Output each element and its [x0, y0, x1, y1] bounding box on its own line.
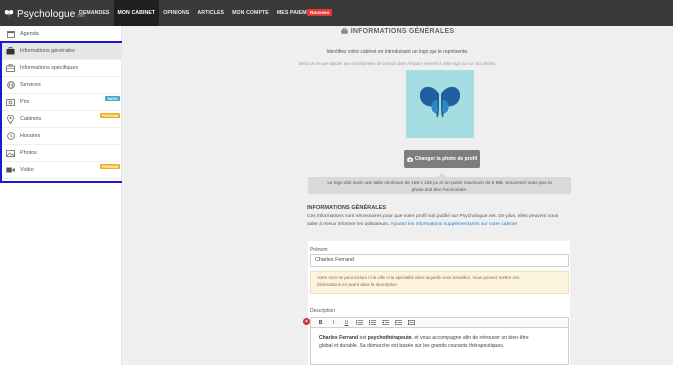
butterfly-logo-icon: [4, 9, 14, 18]
editor-toolbar: B I U: [310, 317, 569, 328]
main-nav: DEMANDES MON CABINET OPINIONS ARTICLES M…: [75, 0, 325, 26]
warning-line-2: informations en avant dans la descriptio…: [317, 281, 399, 287]
clear-format-icon: [408, 320, 415, 325]
description-label: Description: [310, 308, 336, 314]
indent-button[interactable]: [392, 318, 405, 327]
indent-more-icon: [395, 320, 402, 325]
nav-mon-compte[interactable]: MON COMPTE: [228, 0, 273, 26]
underline-button[interactable]: U: [340, 318, 353, 327]
change-photo-button[interactable]: Changer la photo de profil: [404, 150, 480, 168]
info-paragraph: Ces informations sont nécessaires pour q…: [307, 213, 569, 228]
prenom-input[interactable]: Charles Ferrand: [310, 254, 569, 267]
name-warning: Votre nom ne peut inclure ni la ville ni…: [310, 271, 569, 294]
content-area: INFORMATIONS GÉNÉRALES Identifiez votre …: [122, 26, 673, 365]
briefcase-icon: [341, 28, 348, 34]
numbered-list-button[interactable]: [366, 318, 379, 327]
clear-format-button[interactable]: [405, 318, 418, 327]
description-editor[interactable]: Charles Ferrand est psychothérapeute, et…: [310, 328, 569, 365]
logo-tip-line-2: photo doit être horizontale.: [411, 186, 468, 192]
error-icon: ×: [303, 318, 310, 325]
brand-logo[interactable]: Psychologue .net: [4, 7, 85, 21]
section-title: INFORMATIONS GÉNÉRALES: [122, 28, 673, 35]
nav-mon-cabinet[interactable]: MON CABINET: [113, 0, 160, 26]
list-ol-icon: [369, 320, 376, 325]
new-badge: Nouveau: [307, 9, 333, 16]
description-text-a: est: [358, 335, 368, 341]
italic-button[interactable]: I: [327, 318, 340, 327]
brand-name: Psychologue: [17, 8, 76, 20]
butterfly-logo-icon: [419, 86, 461, 118]
nav-opinions[interactable]: OPINIONS: [159, 0, 193, 26]
description-text-b: , et vous accompagne afin de retrouver u…: [411, 335, 529, 341]
indent-less-icon: [382, 320, 389, 325]
description-name: Charles Ferrand: [319, 335, 359, 341]
outdent-button[interactable]: [379, 318, 392, 327]
info-heading: INFORMATIONS GÉNÉRALES: [307, 205, 387, 211]
main-content: INFORMATIONS GÉNÉRALES Identifiez votre …: [122, 26, 673, 365]
profile-logo-image[interactable]: [406, 70, 474, 138]
bullet-list-button[interactable]: [353, 318, 366, 327]
calendar-icon: [6, 30, 15, 39]
logo-tip-line-1: Le logo doit avoir une taille minimum de…: [327, 179, 552, 185]
top-navigation: Psychologue .net DEMANDES MON CABINET OP…: [0, 0, 673, 26]
list-ul-icon: [356, 320, 363, 325]
description-line-2: global et durable. Sa démarche est basée…: [319, 343, 505, 349]
description-line-1: Charles Ferrand est psychothérapeute, et…: [319, 334, 560, 342]
logo-size-tip: Le logo doit avoir une taille minimum de…: [308, 177, 571, 194]
bold-button[interactable]: B: [314, 318, 327, 327]
nav-demandes[interactable]: DEMANDES: [75, 0, 114, 26]
nav-articles[interactable]: ARTICLES: [193, 0, 228, 26]
prenom-label: Prénom: [310, 247, 328, 253]
logo-note-text: Merci de ne pas ajouter vos coordonnées …: [298, 61, 497, 66]
info-link[interactable]: Ajoutez les informations supplémentaires…: [390, 222, 517, 227]
change-photo-label: Changer la photo de profil: [414, 156, 478, 162]
description-role: psychothérapeute: [367, 335, 412, 341]
section-title-text: INFORMATIONS GÉNÉRALES: [350, 28, 455, 35]
sidebar-item-label: Agenda: [20, 31, 39, 37]
logo-intro-text: Identifiez votre cabinet en introduisant…: [326, 49, 469, 55]
selection-highlight: [0, 41, 124, 183]
camera-icon: [407, 156, 413, 162]
